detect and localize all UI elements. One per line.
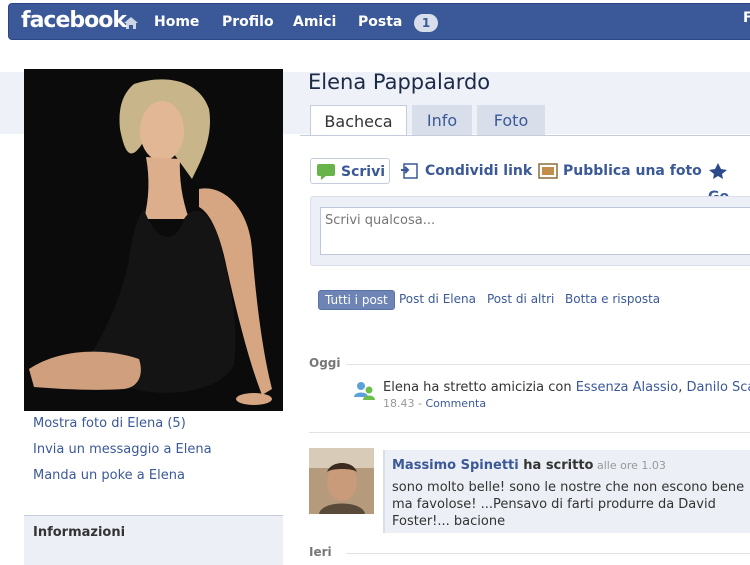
top-navigation-bar: facebook Home Profilo Amici Posta 1 F [0,0,750,44]
filter-all-posts[interactable]: Tutti i post [318,290,395,310]
tab-info[interactable]: Info [412,105,472,136]
status-input[interactable] [320,207,750,255]
friend-link-essenza[interactable]: Essenza Alassio [576,380,679,395]
publisher-share-link-button[interactable]: Condividi link [400,158,532,184]
wall-post-body: sono molto belle! sono le nostre che non… [392,480,745,529]
tabs-baseline [300,135,750,136]
friend-story-prefix: Elena ha stretto amicizia con [383,380,576,395]
friends-icon [354,382,375,400]
status-icon [317,164,335,180]
friend-link-danilo[interactable]: Danilo Scala [687,380,750,395]
publisher-photo-label: Pubblica una foto [563,163,702,179]
wall-post-action: ha scritto [518,458,594,473]
friend-story-separator: , [678,380,687,395]
profile-name: Elena Pappalardo [308,70,491,94]
info-section: Informazioni [24,515,283,565]
posta-count-badge: 1 [414,14,438,32]
nav-amici[interactable]: Amici [293,14,336,30]
stream-divider [309,432,750,433]
nav-profilo[interactable]: Profilo [222,14,274,30]
profile-photo-image [24,69,283,411]
avatar[interactable] [309,448,374,514]
publisher-box [310,196,750,266]
section-yesterday-label: Ieri [309,545,332,559]
sidebar-link-poke[interactable]: Manda un poke a Elena [33,468,185,483]
top-bar-background: facebook Home Profilo Amici Posta 1 [8,3,750,40]
sidebar-link-message[interactable]: Invia un messaggio a Elena [33,442,212,457]
photo-icon [538,163,558,179]
comment-link[interactable]: Commenta [425,397,486,410]
gift-icon [709,163,727,179]
section-today-label: Oggi [309,356,341,370]
profile-photo[interactable] [24,69,283,411]
publisher-scrivi-button[interactable]: Scrivi [310,158,390,184]
wall-post-author[interactable]: Massimo Spinetti [392,458,519,473]
section-yesterday-line [346,553,750,554]
friend-story-dash: - [414,397,426,410]
friend-story-text: Elena ha stretto amicizia con Essenza Al… [383,380,750,395]
publisher-scrivi-label: Scrivi [341,164,386,180]
facebook-logo[interactable]: facebook [21,8,127,33]
tab-foto[interactable]: Foto [477,105,545,136]
sidebar-link-photos[interactable]: Mostra foto di Elena (5) [33,416,186,431]
publisher-more-button[interactable]: Go [708,158,750,205]
friend-story-meta: 18.43 - Commenta [383,397,486,410]
filter-back-and-forth[interactable]: Botta e risposta [565,290,660,308]
avatar-image [309,448,374,514]
home-icon[interactable] [123,15,139,31]
info-section-title: Informazioni [33,525,126,540]
nav-right-item[interactable]: F [743,10,750,26]
wall-post-time: alle ore 1.03 [593,459,666,472]
nav-posta[interactable]: Posta [358,14,402,30]
filter-elena-posts[interactable]: Post di Elena [399,290,476,308]
wall-post: Massimo Spinetti ha scritto alle ore 1.0… [383,450,750,533]
publisher-share-link-label: Condividi link [425,163,533,179]
publisher-photo-button[interactable]: Pubblica una foto [538,158,702,184]
wall-post-header: Massimo Spinetti ha scritto alle ore 1.0… [392,458,666,473]
section-today-line [346,364,750,365]
link-icon [401,163,418,179]
friend-story-time: 18.43 [383,397,415,410]
filter-others-posts[interactable]: Post di altri [487,290,554,308]
nav-home[interactable]: Home [154,14,199,30]
tab-bacheca[interactable]: Bacheca [310,105,407,136]
